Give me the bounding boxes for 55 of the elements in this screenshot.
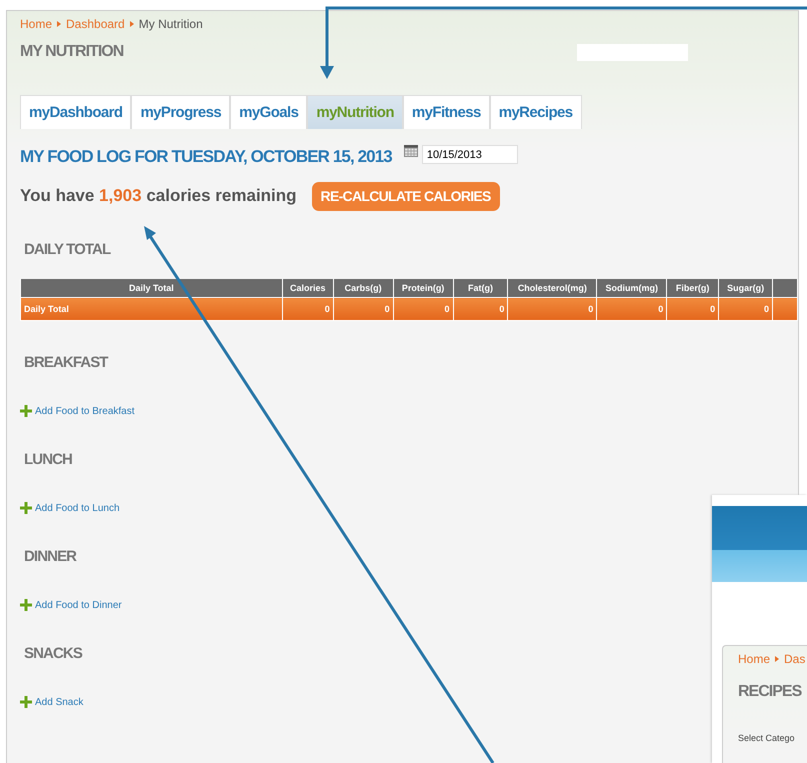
table-cell: 0 xyxy=(282,298,334,320)
column-header: Sugar(g) xyxy=(718,279,773,298)
column-header: Sodium(mg) xyxy=(596,279,667,298)
breadcrumb-arrow-icon xyxy=(775,656,780,662)
breadcrumb-arrow-icon xyxy=(57,21,62,27)
nav-tab[interactable]: myFitness xyxy=(402,95,490,129)
breadcrumb-link[interactable]: My Nutrition xyxy=(138,17,203,31)
page-title: MY NUTRITION xyxy=(20,42,124,62)
nav-tab[interactable]: myDashboard xyxy=(20,95,132,129)
date-field[interactable]: 10/15/2013 xyxy=(422,145,518,164)
column-header: Carbs(g) xyxy=(333,279,394,298)
table-cell: 0 xyxy=(333,298,394,320)
section-heading: SNACKS xyxy=(23,645,82,664)
column-header: Cholesterol(mg) xyxy=(508,279,597,298)
column-header: Fiber(g) xyxy=(666,279,719,298)
section-heading: BREAKFAST xyxy=(23,354,108,373)
add-food-link[interactable]: Add Food to Lunch xyxy=(35,502,120,514)
page-title: RECIPES xyxy=(738,683,803,702)
column-header: Calories xyxy=(282,279,334,298)
column-header: Protein(g) xyxy=(393,279,454,298)
section-heading: DAILY TOTAL xyxy=(23,241,110,260)
food-log-title: MY FOOD LOG FOR TUESDAY, OCTOBER 15, 2013 xyxy=(20,147,392,167)
select-category-label: Select Catego xyxy=(738,733,796,743)
plus-icon[interactable] xyxy=(20,599,32,611)
column-header xyxy=(772,279,798,298)
table-cell: 0 xyxy=(596,298,667,320)
table-cell: 0 xyxy=(508,298,597,320)
plus-icon[interactable] xyxy=(20,502,32,514)
column-header: Fat(g) xyxy=(453,279,508,298)
column-header: Daily Total xyxy=(20,279,282,298)
nav-tab[interactable]: myRecipes xyxy=(490,95,582,129)
table-cell: 0 xyxy=(666,298,719,320)
table-cell xyxy=(772,298,798,320)
plus-icon[interactable] xyxy=(20,696,32,708)
add-food-link[interactable]: Add Food to Breakfast xyxy=(35,406,135,416)
breadcrumb-link[interactable]: Das xyxy=(784,652,806,666)
breadcrumb-link[interactable]: Home xyxy=(738,652,770,666)
add-food-link[interactable]: Add Food to Dinner xyxy=(35,600,122,610)
add-food-link[interactable]: Add Snack xyxy=(35,696,84,708)
section-heading: LUNCH xyxy=(23,451,72,470)
table-cell: 0 xyxy=(718,298,773,320)
calories-remaining-text: You have 1,903 calories remaining xyxy=(20,186,297,206)
nav-tab[interactable]: myGoals xyxy=(230,95,308,129)
breadcrumb-link[interactable]: Home xyxy=(20,17,52,31)
breadcrumb-link[interactable]: Dashboard xyxy=(66,17,125,31)
nav-tab[interactable]: myNutrition xyxy=(307,95,403,129)
section-heading: DINNER xyxy=(23,548,76,567)
table-cell: 0 xyxy=(393,298,454,320)
table-cell: Daily Total xyxy=(20,298,282,320)
plus-icon[interactable] xyxy=(20,405,32,417)
table-cell: 0 xyxy=(453,298,508,320)
nav-tab[interactable]: myProgress xyxy=(131,95,230,129)
breadcrumb-arrow-icon xyxy=(130,21,134,27)
calendar-icon[interactable] xyxy=(404,145,418,157)
recalculate-button[interactable]: RE-CALCULATE CALORIES xyxy=(312,182,500,210)
